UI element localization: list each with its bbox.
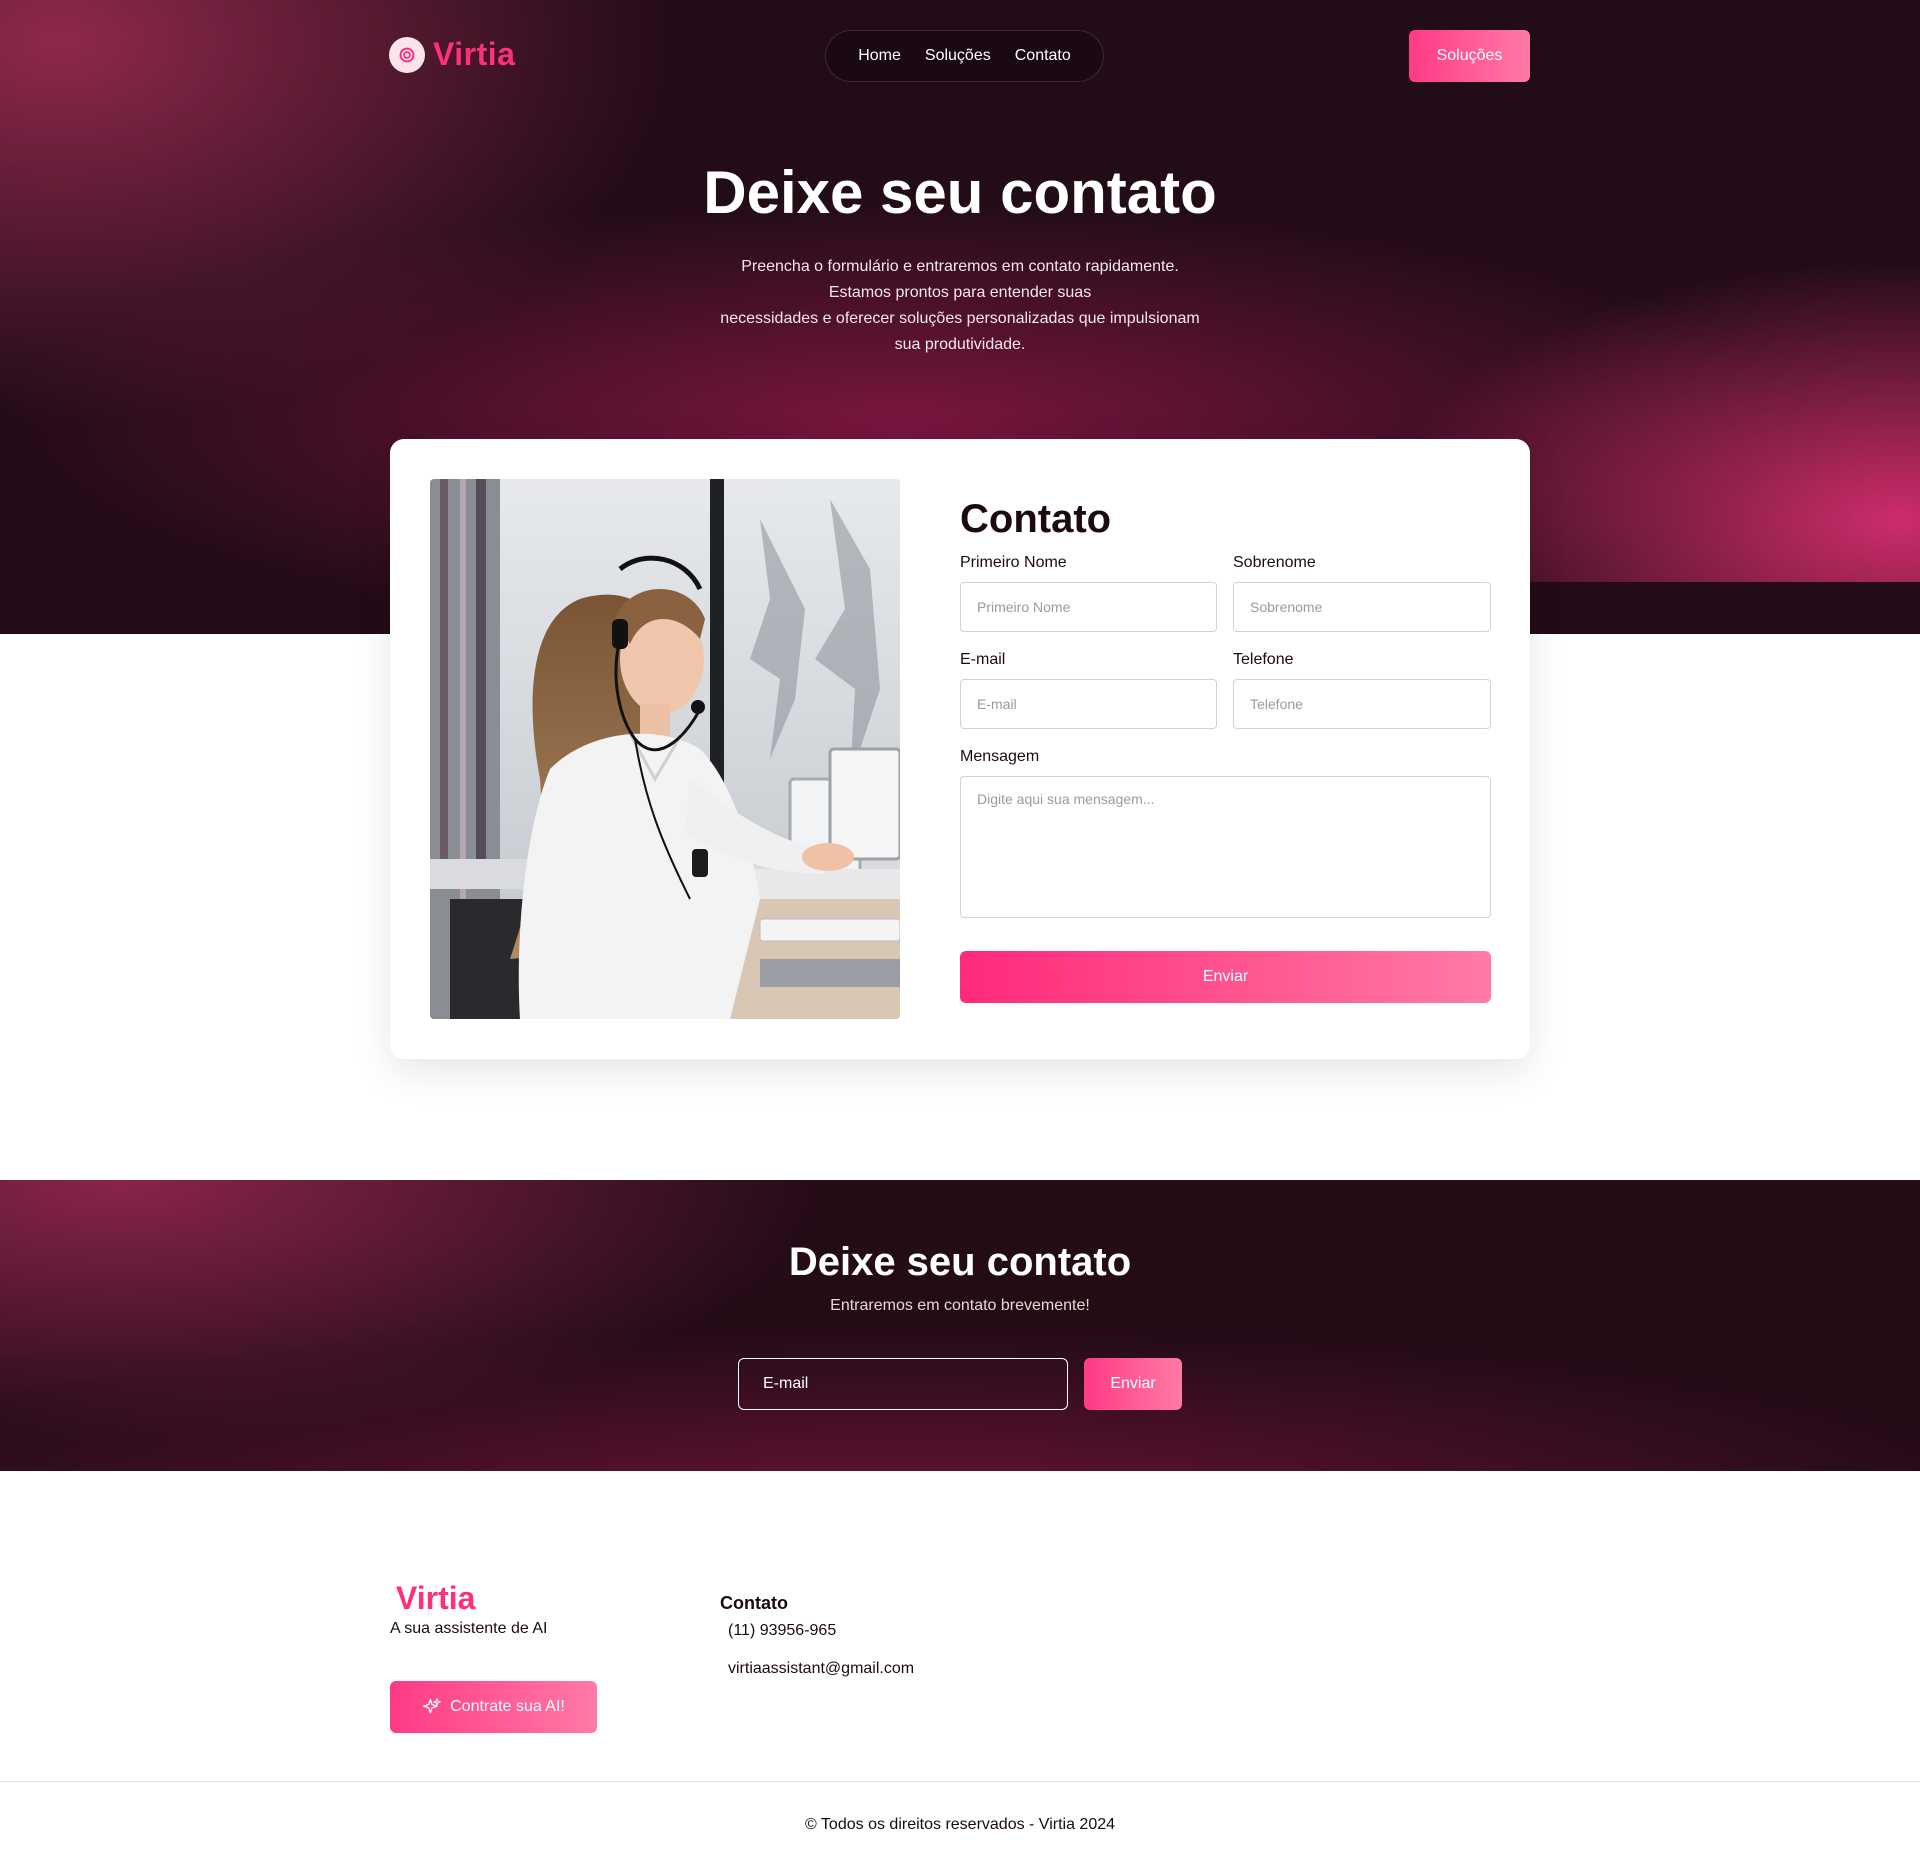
footer-brand[interactable]: Virtia [396, 1580, 475, 1617]
footer-divider [0, 1781, 1920, 1782]
last-name-field[interactable] [1233, 582, 1491, 632]
first-name-label: Primeiro Nome [960, 554, 1067, 571]
nav-solucoes[interactable]: Soluções [925, 47, 991, 65]
brand-name: Virtia [433, 36, 516, 72]
phone-label: Telefone [1233, 651, 1294, 668]
hire-ai-label: Contrate sua AI! [450, 1698, 565, 1715]
footer-tagline: A sua assistente de AI [390, 1620, 548, 1637]
newsletter-subtitle: Entraremos em contato brevemente! [830, 1297, 1090, 1314]
sparkle-icon [423, 1698, 441, 1714]
logo-icon [389, 36, 425, 73]
contact-submit-button[interactable]: Enviar [960, 951, 1491, 1003]
hero-subtitle-line: Estamos prontos para entender suas [828, 284, 1092, 301]
contact-card: Contato Primeiro Nome Sobrenome E-mail T… [390, 439, 1530, 1059]
main-nav: Home Soluções Contato [825, 30, 1104, 82]
contact-form-title: Contato [960, 497, 1112, 541]
newsletter-section: Deixe seu contato Entraremos em contato … [0, 1180, 1920, 1471]
footer-email[interactable]: virtiaassistant@gmail.com [728, 1660, 914, 1678]
support-agent-photo [430, 479, 900, 1019]
footer-phone[interactable]: (11) 93956-965 [728, 1622, 836, 1640]
first-name-field[interactable] [960, 582, 1217, 632]
message-label: Mensagem [960, 748, 1040, 765]
nav-home[interactable]: Home [858, 47, 901, 65]
hero-subtitle-line: Preencha o formulário e entraremos em co… [741, 258, 1179, 275]
message-field[interactable] [960, 776, 1491, 918]
header-solucoes-button[interactable]: Soluções [1409, 30, 1530, 82]
email-label: E-mail [960, 651, 1006, 668]
email-field[interactable] [960, 679, 1217, 729]
hero-subtitle-line: necessidades e oferecer soluções persona… [720, 310, 1200, 327]
logo[interactable]: Virtia [389, 36, 515, 73]
hire-ai-button[interactable]: Contrate sua AI! [390, 1681, 597, 1733]
hero-corner-band [1530, 582, 1920, 634]
copyright: © Todos os direitos reservados - Virtia … [804, 1816, 1116, 1833]
hero-title: Deixe seu contato [703, 159, 1217, 226]
hero-subtitle: Preencha o formulário e entraremos em co… [680, 254, 1240, 358]
newsletter-submit-button[interactable]: Enviar [1084, 1358, 1182, 1410]
nav-contato[interactable]: Contato [1015, 47, 1071, 65]
footer-contact-title: Contato [720, 1593, 788, 1613]
newsletter-email-field[interactable] [738, 1358, 1068, 1410]
newsletter-title: Deixe seu contato [788, 1240, 1132, 1284]
phone-field[interactable] [1233, 679, 1491, 729]
hero-subtitle-line: sua produtividade. [894, 336, 1026, 353]
last-name-label: Sobrenome [1233, 554, 1316, 571]
